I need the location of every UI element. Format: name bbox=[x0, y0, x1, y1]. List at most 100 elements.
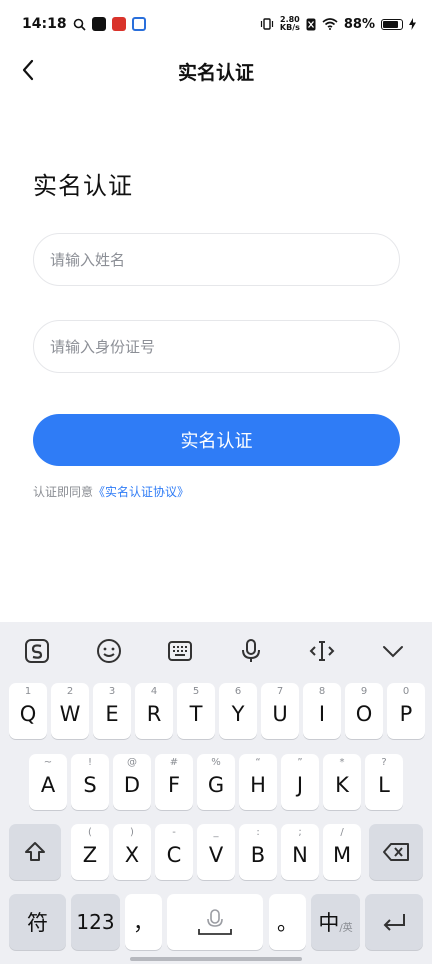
collapse-keyboard-icon[interactable] bbox=[376, 634, 410, 668]
key-label: R bbox=[146, 702, 162, 726]
period-key[interactable]: 。 bbox=[269, 894, 306, 950]
page-title: 实名认证 bbox=[177, 62, 254, 84]
enter-key[interactable] bbox=[365, 894, 423, 950]
key-l[interactable]: ? L bbox=[365, 754, 403, 810]
symbol-key-label: 符 bbox=[27, 911, 48, 935]
key-label: O bbox=[355, 702, 373, 726]
key-m[interactable]: / M bbox=[323, 824, 361, 880]
key-hint: 9 bbox=[360, 686, 368, 697]
key-b[interactable]: :B bbox=[239, 824, 277, 880]
key-label: H bbox=[250, 773, 266, 797]
key-label: N bbox=[292, 843, 308, 867]
symbol-key[interactable]: 符 bbox=[9, 894, 66, 950]
key-hint: 6 bbox=[234, 686, 242, 697]
id-number-input[interactable] bbox=[33, 320, 400, 373]
key-label: A bbox=[40, 773, 56, 797]
key-z[interactable]: (Z bbox=[71, 824, 109, 880]
key-label: U bbox=[272, 702, 288, 726]
key-t[interactable]: 5T bbox=[177, 683, 215, 739]
key-j[interactable]: ” J bbox=[281, 754, 319, 810]
key-k[interactable]: * K bbox=[323, 754, 361, 810]
key-hint: _ bbox=[213, 827, 219, 838]
key-label: J bbox=[296, 773, 304, 797]
space-key[interactable] bbox=[167, 894, 263, 950]
key-label: F bbox=[167, 773, 181, 797]
agreement-text: 认证即同意《实名认证协议》 bbox=[33, 483, 189, 500]
key-hint: @ bbox=[127, 757, 137, 768]
key-g[interactable]: % G bbox=[197, 754, 235, 810]
key-label: X bbox=[124, 843, 140, 867]
number-key[interactable]: 123 bbox=[71, 894, 120, 950]
key-w[interactable]: 2W bbox=[51, 683, 89, 739]
key-hint: 1 bbox=[24, 686, 32, 697]
app-red-icon bbox=[111, 17, 126, 31]
key-hint: “ bbox=[255, 757, 261, 768]
key-d[interactable]: @ D bbox=[113, 754, 151, 810]
key-label: Q bbox=[19, 702, 37, 726]
status-right: 2.80 KB/s 88% bbox=[260, 16, 416, 32]
key-hint: 3 bbox=[108, 686, 116, 697]
keyboard: 1 Q 2 W 3 E 4 R 5 T 6 Y 7 U 8 I 9 O 0 P ~ A! S @ D # F% G “H” J * K? L(Z… bbox=[0, 622, 432, 964]
search-icon bbox=[73, 18, 86, 31]
keyboard-icon[interactable] bbox=[163, 634, 197, 668]
net-speed: 2.80 KB/s bbox=[280, 16, 300, 32]
sogou-logo-icon[interactable] bbox=[20, 634, 54, 668]
name-input[interactable] bbox=[33, 233, 400, 286]
keyboard-toolbar bbox=[0, 622, 432, 678]
shift-key[interactable] bbox=[9, 824, 61, 880]
key-label: E bbox=[105, 702, 119, 726]
key-label: Z bbox=[82, 843, 98, 867]
comma-key-label: ， bbox=[133, 911, 154, 935]
battery-icon bbox=[381, 18, 403, 30]
key-u[interactable]: 7U bbox=[261, 683, 299, 739]
key-s[interactable]: ! S bbox=[71, 754, 109, 810]
language-key-sub: /英 bbox=[339, 922, 353, 934]
key-h[interactable]: “H bbox=[239, 754, 277, 810]
emoji-icon[interactable] bbox=[92, 634, 126, 668]
backspace-key[interactable] bbox=[369, 824, 423, 880]
key-hint: ( bbox=[88, 827, 92, 838]
key-hint: # bbox=[169, 757, 179, 768]
number-key-label: 123 bbox=[76, 910, 115, 934]
key-x[interactable]: ) X bbox=[113, 824, 151, 880]
key-i[interactable]: 8I bbox=[303, 683, 341, 739]
sim-off-icon bbox=[306, 18, 316, 30]
agreement-link[interactable]: 《实名认证协议》 bbox=[93, 485, 189, 499]
key-e[interactable]: 3E bbox=[93, 683, 131, 739]
app-blue-icon bbox=[131, 17, 146, 31]
key-f[interactable]: # F bbox=[155, 754, 193, 810]
language-switch-key[interactable]: 中/英 bbox=[311, 894, 360, 950]
comma-key[interactable]: ， bbox=[125, 894, 162, 950]
key-label: D bbox=[123, 773, 141, 797]
agreement-prefix: 认证即同意 bbox=[33, 485, 94, 499]
key-label: K bbox=[335, 773, 349, 797]
key-q[interactable]: 1Q bbox=[9, 683, 47, 739]
key-r[interactable]: 4R bbox=[135, 683, 173, 739]
tiktok-icon bbox=[91, 17, 106, 31]
backspace-icon bbox=[383, 843, 409, 861]
key-label: V bbox=[208, 843, 224, 867]
key-hint: ; bbox=[298, 827, 302, 838]
key-hint: 2 bbox=[66, 686, 74, 697]
key-c[interactable]: -C bbox=[155, 824, 193, 880]
shift-icon bbox=[25, 842, 45, 861]
key-label: C bbox=[166, 843, 182, 867]
key-a[interactable]: ~ A bbox=[29, 754, 67, 810]
key-label: S bbox=[83, 773, 97, 797]
home-indicator bbox=[130, 957, 302, 961]
key-p[interactable]: 0P bbox=[387, 683, 425, 739]
key-label: M bbox=[332, 843, 352, 867]
verify-button[interactable]: 实名认证 bbox=[33, 414, 400, 466]
key-o[interactable]: 9O bbox=[345, 683, 383, 739]
key-hint: ! bbox=[87, 757, 92, 768]
wifi-icon bbox=[322, 18, 338, 30]
key-n[interactable]: ; N bbox=[281, 824, 319, 880]
key-hint: 7 bbox=[276, 686, 284, 697]
key-y[interactable]: 6Y bbox=[219, 683, 257, 739]
microphone-icon[interactable] bbox=[234, 634, 268, 668]
key-v[interactable]: _ V bbox=[197, 824, 235, 880]
key-hint: 8 bbox=[318, 686, 326, 697]
key-hint: ~ bbox=[43, 757, 53, 768]
text-cursor-icon[interactable] bbox=[305, 634, 339, 668]
key-hint: * bbox=[339, 757, 345, 768]
